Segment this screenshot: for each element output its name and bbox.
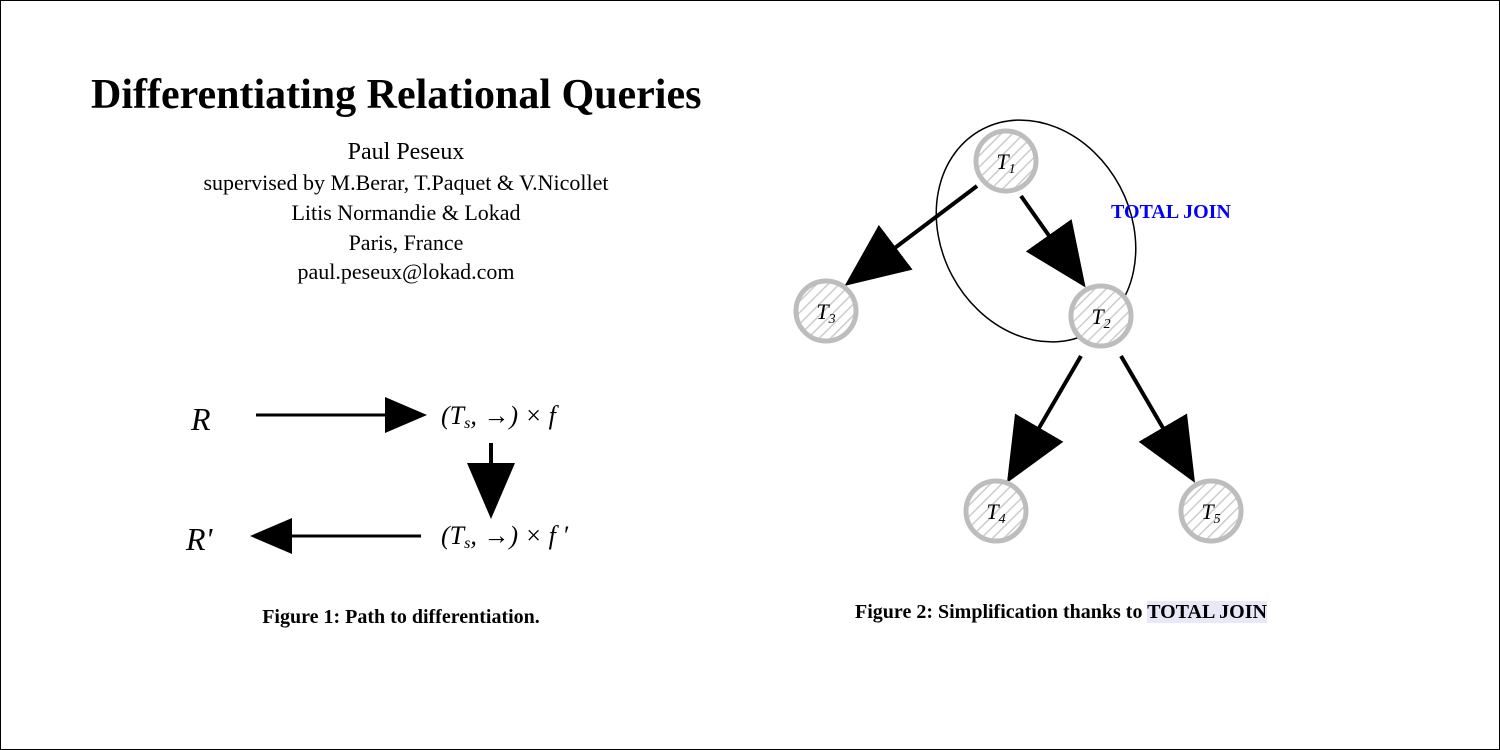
figure-1: R R' (Ts, →) × f (Ts, →) × f ′	[121, 371, 681, 611]
author-affiliation-1: Litis Normandie & Lokad	[91, 198, 721, 228]
fig2-svg: T1 T3 T2 T4 T5	[721, 96, 1401, 616]
node-T2: T2	[1071, 286, 1131, 346]
fig1-label-Rprime: R'	[186, 521, 212, 558]
node-T5: T5	[1181, 481, 1241, 541]
author-email: paul.peseux@lokad.com	[91, 257, 721, 287]
fig1-label-right-bottom: (Ts, →) × f ′	[441, 521, 568, 553]
node-T4: T4	[966, 481, 1026, 541]
figure-1-caption: Figure 1: Path to differentiation.	[121, 606, 681, 629]
total-join-label: TOTAL JOIN	[1111, 201, 1231, 224]
fig1-label-right-top: (Ts, →) × f	[441, 401, 556, 433]
total-join-highlight: TOTAL JOIN	[1147, 601, 1267, 623]
figure-2: T1 T3 T2 T4 T5 TOTAL JOIN	[721, 96, 1401, 616]
node-T1: T1	[976, 131, 1036, 191]
paper-title: Differentiating Relational Queries	[91, 71, 701, 119]
author-name: Paul Peseux	[91, 136, 721, 168]
figure-2-caption: Figure 2: Simplification thanks to TOTAL…	[721, 601, 1401, 624]
fig1-label-R: R	[191, 401, 211, 438]
author-block: Paul Peseux supervised by M.Berar, T.Paq…	[91, 136, 721, 287]
author-affiliation-2: Paris, France	[91, 228, 721, 258]
page: Differentiating Relational Queries Paul …	[0, 0, 1500, 750]
node-T3: T3	[796, 281, 856, 341]
author-supervised: supervised by M.Berar, T.Paquet & V.Nico…	[91, 168, 721, 198]
